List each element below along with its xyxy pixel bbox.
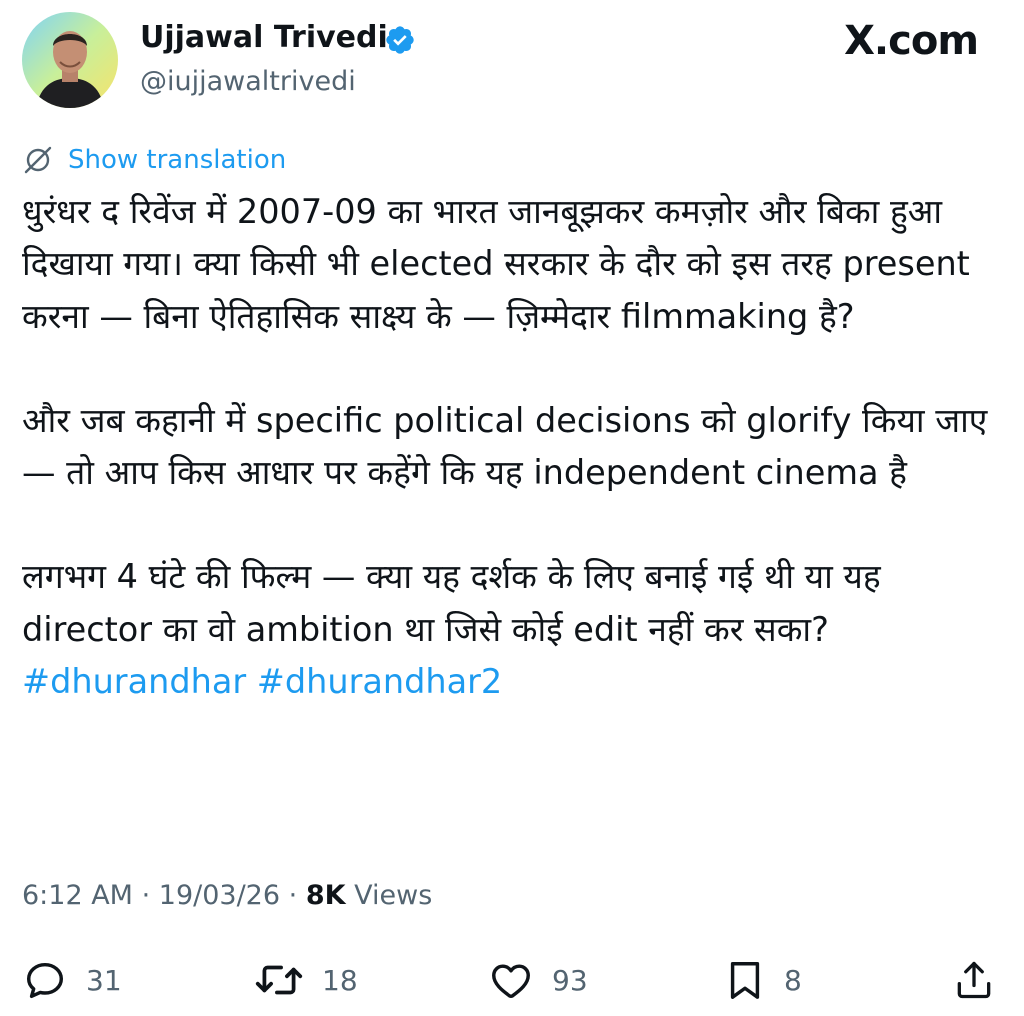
reply-button[interactable]: 31 xyxy=(22,950,122,1010)
views-count: 8K xyxy=(305,880,346,911)
share-icon xyxy=(957,961,991,999)
author-handle[interactable]: @iujjawaltrivedi xyxy=(140,66,356,97)
tweet-paragraph: धुरंधर द रिवेंज में 2007-09 का भारत जानब… xyxy=(22,192,970,336)
meta-separator: · xyxy=(141,880,151,911)
tweet-paragraph-text: लगभग 4 घंटे की फिल्म — क्या यह दर्शक के … xyxy=(22,557,881,649)
tweet-date[interactable]: 19/03/26 xyxy=(159,880,280,911)
repost-count: 18 xyxy=(322,963,358,997)
avatar[interactable] xyxy=(22,12,118,108)
like-button[interactable]: 93 xyxy=(488,950,588,1010)
hashtag-link[interactable]: #dhurandhar xyxy=(22,662,246,701)
share-button[interactable] xyxy=(952,950,996,1010)
meta-separator: · xyxy=(288,880,298,911)
tweet-meta: 6:12 AM · 19/03/26 · 8K Views xyxy=(22,880,432,911)
views-label: Views xyxy=(354,880,433,911)
reply-icon xyxy=(26,962,64,999)
brand-label: X.com xyxy=(844,18,979,64)
globe-slash-icon xyxy=(24,146,52,174)
repost-icon xyxy=(255,965,303,995)
author-name[interactable]: Ujjawal Trivedi xyxy=(140,20,388,55)
tweet-text: धुरंधर द रिवेंज में 2007-09 का भारत जानब… xyxy=(22,186,1007,708)
verified-badge-icon xyxy=(386,26,414,54)
show-translation-button[interactable]: Show translation xyxy=(22,142,286,178)
action-bar: 31 18 93 8 xyxy=(0,950,1024,1010)
tweet-paragraph: और जब कहानी में specific political decis… xyxy=(22,400,988,493)
heart-icon xyxy=(492,964,530,999)
repost-button[interactable]: 18 xyxy=(254,950,358,1010)
tweet-paragraph: लगभग 4 घंटे की फिल्म — क्या यह दर्शक के … xyxy=(22,551,1007,708)
bookmark-icon xyxy=(730,962,760,999)
bookmark-button[interactable]: 8 xyxy=(724,950,802,1010)
reply-count: 31 xyxy=(86,963,122,997)
hashtag-link[interactable]: #dhurandhar2 xyxy=(257,662,502,701)
bookmark-count: 8 xyxy=(784,963,802,997)
tweet-time[interactable]: 6:12 AM xyxy=(22,880,133,911)
avatar-image xyxy=(22,12,118,108)
like-count: 93 xyxy=(552,963,588,997)
show-translation-label: Show translation xyxy=(68,145,287,175)
